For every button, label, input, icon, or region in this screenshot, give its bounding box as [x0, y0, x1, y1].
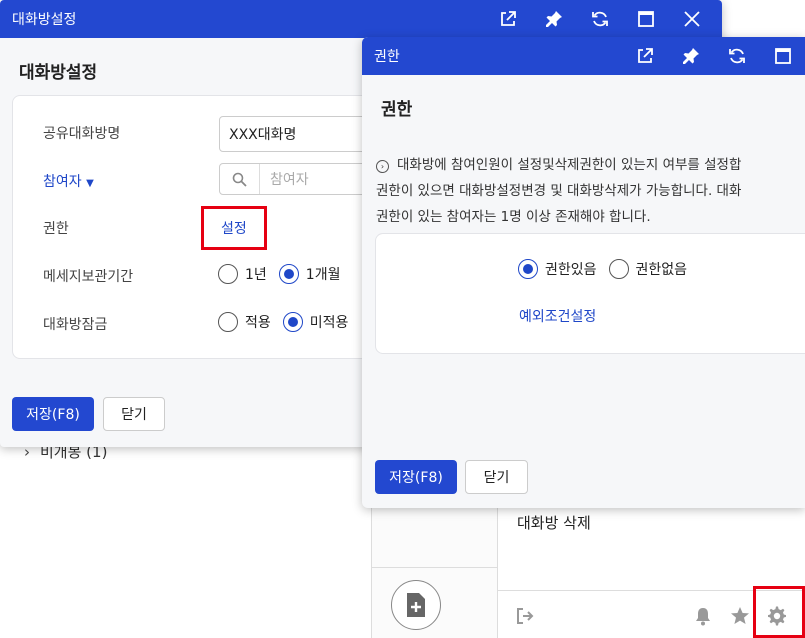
- caret-down-icon: ▼: [86, 178, 94, 189]
- permission-description: › 대화방에 참여인원이 설정및삭제권한이 있는지 여부를 설정합 권한이 있으면…: [376, 157, 742, 225]
- star-icon[interactable]: [730, 606, 750, 626]
- permission-card: 권한있음 권한없음 예외조건설정: [375, 233, 805, 354]
- settings-titlebar: 대화방설정: [0, 0, 722, 38]
- maximize-icon[interactable]: [760, 37, 805, 75]
- lock-option-apply[interactable]: 적용: [218, 312, 271, 332]
- left-column: [371, 507, 498, 638]
- window-title: 대화방설정: [12, 12, 77, 28]
- page-title: 대화방설정: [19, 63, 98, 83]
- info-chevron-icon: ›: [376, 160, 389, 173]
- permission-window: 권한 권한 › 대화방에 참여인원이 설정및삭제권한이 있는지 여부를 설정합 권…: [362, 37, 805, 508]
- close-button[interactable]: 닫기: [103, 397, 165, 431]
- close-button[interactable]: 닫기: [465, 460, 528, 494]
- save-button[interactable]: 저장(F8): [375, 460, 457, 494]
- exception-settings-link[interactable]: 예외조건설정: [519, 306, 596, 326]
- permission-label: 권한: [43, 221, 69, 237]
- pin-icon[interactable]: [668, 37, 714, 75]
- close-icon[interactable]: [669, 0, 715, 38]
- popout-icon[interactable]: [622, 37, 668, 75]
- retention-option-1year[interactable]: 1년: [218, 264, 267, 284]
- page-title: 권한: [381, 100, 413, 120]
- bell-icon[interactable]: [693, 606, 713, 626]
- add-file-button[interactable]: [391, 580, 441, 630]
- delete-room-item[interactable]: 대화방 삭제: [517, 512, 591, 533]
- lock-option-none[interactable]: 미적용: [282, 312, 348, 332]
- exit-icon[interactable]: [515, 606, 535, 626]
- lock-radio-group: 적용 미적용: [218, 312, 360, 332]
- add-file-icon: [407, 593, 425, 617]
- refresh-icon[interactable]: [577, 0, 623, 38]
- window-title: 권한: [374, 49, 400, 65]
- retention-label: 메세지보관기간: [43, 269, 134, 285]
- permission-radio-group: 권한있음 권한없음: [518, 259, 699, 279]
- refresh-icon[interactable]: [714, 37, 760, 75]
- gear-highlight: [753, 586, 805, 638]
- popout-icon[interactable]: [485, 0, 531, 38]
- pin-icon[interactable]: [531, 0, 577, 38]
- permission-option-denied[interactable]: 권한없음: [608, 259, 687, 279]
- maximize-icon[interactable]: [623, 0, 669, 38]
- permission-highlight: [201, 206, 267, 250]
- permission-titlebar: 권한: [362, 37, 805, 75]
- retention-radio-group: 1년 1개월: [218, 264, 352, 284]
- shared-name-label: 공유대화방명: [43, 126, 121, 142]
- search-placeholder: 참여자: [270, 172, 309, 188]
- participants-dropdown[interactable]: 참여자 ▼: [43, 171, 94, 191]
- lock-label: 대화방잠금: [43, 317, 108, 333]
- permission-option-granted[interactable]: 권한있음: [518, 259, 597, 279]
- retention-option-1month[interactable]: 1개월: [278, 264, 340, 284]
- search-icon: [220, 164, 260, 194]
- save-button[interactable]: 저장(F8): [12, 397, 94, 431]
